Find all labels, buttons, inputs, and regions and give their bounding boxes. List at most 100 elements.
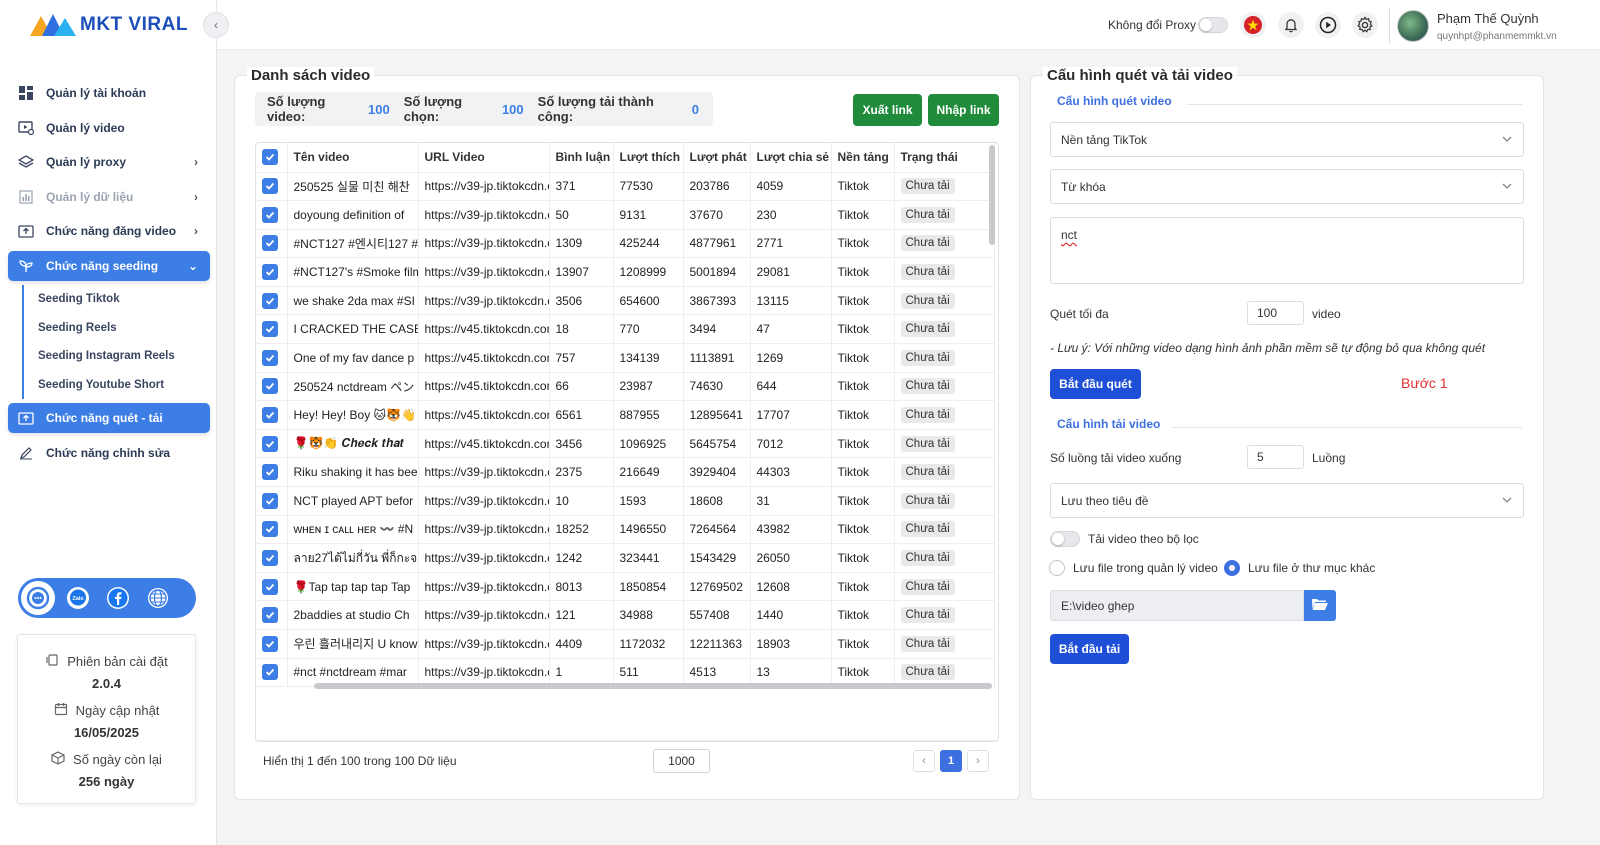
browse-folder-button[interactable] [1304,590,1336,621]
save-other-folder-radio[interactable] [1224,560,1240,576]
save-in-manager-radio[interactable] [1049,560,1065,576]
page-1-button[interactable]: 1 [940,750,962,772]
row-checkbox[interactable] [262,178,278,195]
column-header[interactable]: Lượt chia sẻ [750,143,832,173]
globe-icon[interactable] [141,581,175,615]
sidebar-subitem-seeding-tiktok[interactable]: Seeding Tiktok [24,285,210,314]
column-header[interactable]: Bình luận [549,143,614,173]
column-header[interactable]: Tên video [287,143,419,173]
filter-toggle[interactable] [1050,531,1080,547]
start-download-button[interactable]: Bắt đầu tải [1050,634,1129,664]
vertical-scrollbar[interactable] [989,145,995,245]
table-row[interactable]: 250525 실물 미친 해찬 https://v39-jp.tiktokcdn.… [256,172,995,202]
play-circle-icon[interactable] [1315,12,1341,38]
chevron-right-icon: › [194,224,198,238]
row-checkbox[interactable] [262,550,278,567]
facebook-icon[interactable] [101,581,135,615]
import-link-button[interactable]: Nhập link [928,94,999,126]
row-checkbox[interactable] [262,292,278,309]
row-checkbox[interactable] [262,435,278,452]
sidebar-item-proxy[interactable]: Quản lý proxy › [8,147,210,177]
row-checkbox[interactable] [262,521,278,538]
row-checkbox[interactable] [262,635,278,652]
column-header[interactable]: Nền tảng [831,143,895,173]
logo[interactable]: MKT VIRAL [30,14,188,36]
row-select-cell [256,286,288,316]
select-all-checkbox[interactable] [262,149,278,166]
table-row[interactable]: ᴡʜᴇɴ ɪ ᴄᴀʟʟ ʜᴇʀ 〰️ #N https://v39-jp.tikt… [256,515,995,545]
table-row[interactable]: One of my fav dance p https://v45.tiktokc… [256,343,995,373]
table-cell: 1593 [613,486,684,516]
table-row[interactable]: 2baddies at studio Ch https://v39-jp.tikt… [256,600,995,630]
row-checkbox[interactable] [262,578,278,595]
page-size-input[interactable]: 1000 [653,749,710,773]
max-scan-input[interactable]: 100 [1247,301,1304,325]
table-row[interactable]: 🌹🐯👏 𝑪𝒉𝒆𝒄𝒌 𝒕𝒉𝒂𝒕 https://v45.tiktokcdn.com 3… [256,429,995,459]
support-icon[interactable] [21,581,55,615]
status-badge: Chưa tải [900,321,955,338]
row-checkbox[interactable] [262,492,278,509]
prev-page-button[interactable]: ‹ [913,750,935,772]
start-scan-button[interactable]: Bắt đầu quét [1050,369,1141,399]
table-row[interactable]: I CRACKED THE CASE https://v45.tiktokcdn.… [256,314,995,345]
export-link-button[interactable]: Xuất link [853,94,922,126]
table-cell: Tiktok [831,515,895,545]
proxy-toggle[interactable] [1198,17,1228,33]
table-row[interactable]: 250524 nctdream ペン https://v45.tiktokcdn.… [256,372,995,402]
row-checkbox[interactable] [262,321,278,338]
table-cell: 47 [750,314,832,345]
user-name[interactable]: Phạm Thế Quỳnh [1437,11,1539,26]
table-row[interactable]: NCT played APT befor https://v39-jp.tikto… [256,486,995,516]
row-checkbox[interactable] [262,607,278,624]
column-header[interactable]: URL Video [418,143,550,173]
sidebar-item-scan-download[interactable]: Chức năng quét - tải [8,403,210,433]
sidebar-item-edit[interactable]: Chức năng chỉnh sửa [8,438,210,468]
row-checkbox[interactable] [262,407,278,424]
video-table: Tên video URL Video Bình luận Lượt thích… [255,142,999,742]
table-row[interactable]: we shake 2da max #SI https://v39-jp.tikto… [256,286,995,316]
vietnam-flag-icon[interactable] [1240,12,1266,38]
table-cell: 757 [549,343,614,373]
sidebar-item-upload[interactable]: Chức năng đăng video › [8,216,210,246]
table-row[interactable]: #NCT127's #Smoke film https://v39-jp.tikt… [256,257,995,287]
scan-type-select[interactable]: Từ khóa [1050,169,1524,204]
sidebar-subitem-seeding-instagram[interactable]: Seeding Instagram Reels [24,342,210,371]
row-checkbox[interactable] [262,206,278,223]
row-select-cell [256,543,288,573]
horizontal-scrollbar[interactable] [314,683,992,689]
sidebar-subitem-seeding-reels[interactable]: Seeding Reels [24,314,210,343]
row-checkbox[interactable] [262,264,278,281]
sidebar-subitem-seeding-youtube[interactable]: Seeding Youtube Short [24,371,210,400]
gear-icon[interactable] [1352,12,1378,38]
save-mode-select[interactable]: Lưu theo tiêu đề [1050,483,1524,518]
table-row[interactable]: doyoung definition of https://v39-jp.tikt… [256,200,995,230]
sidebar-item-videos[interactable]: Quản lý video [8,113,210,143]
bell-icon[interactable] [1278,12,1304,38]
table-row[interactable]: Hey! Hey! Boy 🐱🐯👋 https://v45.tiktokcdn.c… [256,400,995,430]
avatar[interactable] [1397,10,1429,42]
zalo-icon[interactable]: Zalo [61,581,95,615]
sidebar-item-accounts[interactable]: Quản lý tài khoản [8,78,210,108]
table-row[interactable]: 우린 흘러내리지 U know https://v39-jp.tiktokcdn.… [256,629,995,659]
row-checkbox[interactable] [262,235,278,252]
sidebar-item-data[interactable]: Quản lý dữ liệu › [8,182,210,212]
table-row[interactable]: #NCT127 #엔시티127 # https://v39-jp.tiktokcd… [256,229,995,259]
row-checkbox[interactable] [262,664,278,681]
platform-select[interactable]: Nền tảng TikTok [1050,122,1524,157]
status-badge: Chưa tải [900,178,955,195]
threads-input[interactable]: 5 [1247,445,1304,469]
row-checkbox[interactable] [262,464,278,481]
row-checkbox[interactable] [262,378,278,395]
column-header[interactable]: Lượt phát [683,143,751,173]
table-row[interactable]: ลาย27ไต้ไม่กี่วัน พี่ก็กะจะ https://v39-j… [256,543,995,573]
next-page-button[interactable]: › [967,750,989,772]
column-header[interactable]: Trạng thái [894,143,995,173]
keyword-textarea[interactable]: nct [1050,217,1524,284]
folder-path-input[interactable]: E:\video ghep [1050,590,1304,621]
table-row[interactable]: Riku shaking it has bee https://v39-jp.ti… [256,457,995,488]
row-checkbox[interactable] [262,349,278,366]
sidebar-item-seeding[interactable]: Chức năng seeding ⌄ [8,250,210,281]
column-header[interactable]: Lượt thích [613,143,684,173]
table-row[interactable]: 🌹Tap tap tap tap Tap https://v39-jp.tikto… [256,572,995,602]
sidebar-collapse-button[interactable]: ‹ [203,12,229,38]
